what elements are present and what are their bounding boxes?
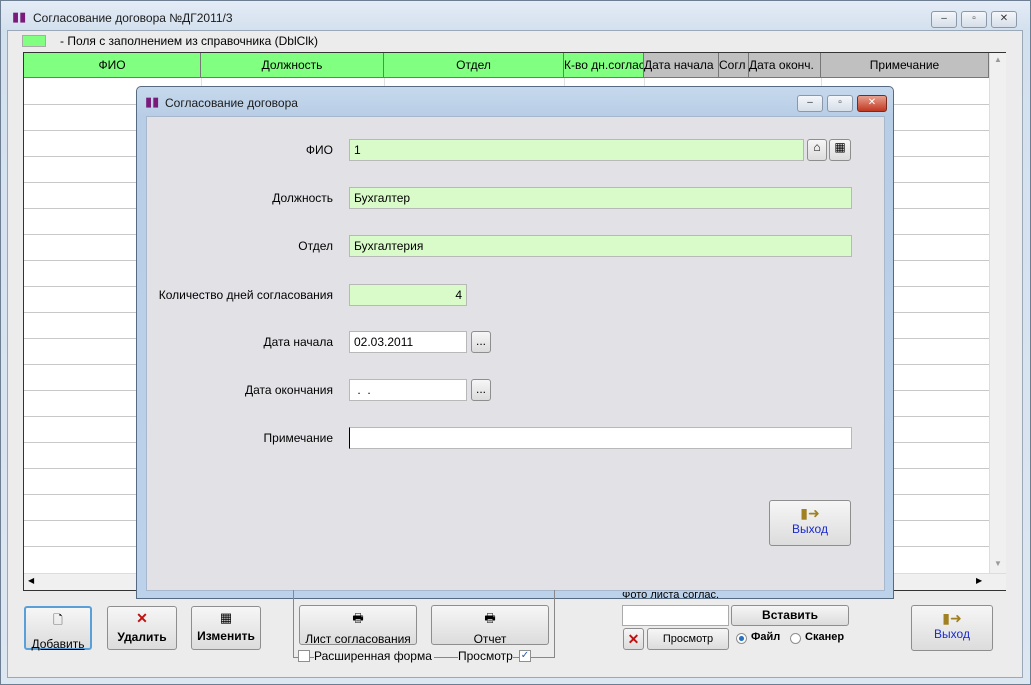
start-date-picker-button[interactable]: ... — [471, 331, 491, 353]
edit-label: Изменить — [197, 629, 255, 643]
table-icon: ▦ — [834, 140, 846, 154]
dialog-title: Согласование договора — [165, 96, 298, 110]
dialog-maximize-button[interactable]: ▫ — [827, 95, 853, 112]
add-button[interactable]: 🗋 Добавить — [24, 606, 92, 651]
edit-button[interactable]: ▦ Изменить — [191, 606, 261, 650]
col-note[interactable]: Примечание — [821, 53, 989, 78]
close-button[interactable]: ✕ — [991, 11, 1017, 28]
exit-button[interactable]: ▮➜ Выход — [911, 605, 993, 651]
edit-dialog: ▮▮ Согласование договора – ▫ ✕ ФИО 1 ⌂ ▦… — [136, 86, 894, 599]
dialog-exit-button[interactable]: ▮➜ Выход — [769, 500, 851, 546]
end-date-picker-button[interactable]: ... — [471, 379, 491, 401]
dialog-exit-label: Выход — [792, 522, 828, 536]
end-date-input[interactable]: . . — [349, 379, 467, 401]
view-photo-button[interactable]: Просмотр — [647, 628, 729, 650]
exit-label: Выход — [934, 627, 970, 641]
scanner-radio[interactable] — [790, 633, 801, 644]
preview-label: Просмотр — [458, 649, 513, 663]
end-date-label: Дата окончания — [244, 383, 333, 397]
table-select-button[interactable]: ▦ — [829, 139, 851, 161]
app-icon: ▮▮ — [12, 9, 27, 24]
col-agreed[interactable]: Согл — [719, 53, 749, 78]
delete-x-icon: ✕ — [627, 631, 640, 647]
dialog-minimize-button[interactable]: – — [797, 95, 823, 112]
position-label: Должность — [272, 191, 333, 205]
col-start-date[interactable]: Дата начала — [644, 53, 719, 78]
dialog-panel: ФИО 1 ⌂ ▦ Должность Бухгалтер Отдел Бухг… — [146, 116, 885, 591]
dialog-close-button[interactable]: ✕ — [857, 95, 887, 112]
file-radio[interactable] — [736, 633, 747, 644]
days-input[interactable]: 4 — [349, 284, 467, 306]
fio-label: ФИО — [305, 143, 333, 157]
days-label: Количество дней согласования — [158, 288, 333, 302]
exit-door-icon: ▮➜ — [800, 505, 820, 521]
col-end-date[interactable]: Дата оконч. — [749, 53, 821, 78]
dialog-icon: ▮▮ — [145, 94, 160, 109]
col-position[interactable]: Должность — [201, 53, 384, 78]
report-label: Отчет — [473, 632, 507, 646]
vertical-scrollbar[interactable]: ▲ ▼ — [989, 53, 1006, 573]
preview-checkbox[interactable]: ✓ — [519, 650, 531, 662]
delete-label: Удалить — [117, 630, 167, 644]
directory-lookup-button[interactable]: ⌂ — [807, 139, 827, 161]
approval-sheet-button[interactable]: 🖶 Лист согласования — [299, 605, 417, 646]
legend-text: - Поля с заполнением из справочника (Dbl… — [60, 34, 318, 48]
report-button[interactable]: 🖶 Отчет — [431, 605, 549, 646]
col-fio[interactable]: ФИО — [24, 53, 201, 78]
scanner-label: Сканер — [805, 631, 845, 643]
fio-input[interactable]: 1 — [349, 139, 804, 161]
start-date-label: Дата начала — [263, 335, 333, 349]
edit-form-icon: ▦ — [219, 610, 233, 625]
department-input[interactable]: Бухгалтерия — [349, 235, 852, 257]
building-icon: ⌂ — [813, 140, 821, 154]
start-date-input[interactable]: 02.03.2011 — [349, 331, 467, 353]
note-input[interactable] — [349, 427, 852, 449]
add-label: Добавить — [31, 637, 85, 651]
delete-x-icon: ✕ — [136, 610, 148, 626]
printer-icon: 🖶 — [352, 611, 364, 625]
exit-door-icon: ▮➜ — [942, 610, 962, 626]
new-document-icon: 🗋 — [53, 613, 63, 627]
approval-sheet-label: Лист согласования — [305, 632, 411, 646]
insert-button[interactable]: Вставить — [731, 605, 849, 626]
position-input[interactable]: Бухгалтер — [349, 187, 852, 209]
minimize-button[interactable]: – — [931, 11, 957, 28]
maximize-button[interactable]: ▫ — [961, 11, 987, 28]
delete-button[interactable]: ✕ Удалить — [107, 606, 177, 650]
photo-input[interactable] — [622, 605, 729, 626]
col-department[interactable]: Отдел — [384, 53, 564, 78]
note-label: Примечание — [263, 431, 333, 445]
photo-label: Фото листа соглас. — [622, 592, 720, 600]
window-title: Согласование договора №ДГ2011/3 — [33, 11, 233, 25]
file-label: Файл — [751, 631, 781, 643]
printer-icon: 🖶 — [484, 611, 496, 625]
extended-form-checkbox[interactable] — [298, 650, 310, 662]
legend-swatch — [22, 35, 46, 47]
extended-form-label: Расширенная форма — [314, 649, 434, 663]
department-label: Отдел — [298, 239, 333, 253]
clear-photo-button[interactable]: ✕ — [623, 628, 644, 650]
col-days[interactable]: К-во дн.согласования — [564, 53, 644, 78]
